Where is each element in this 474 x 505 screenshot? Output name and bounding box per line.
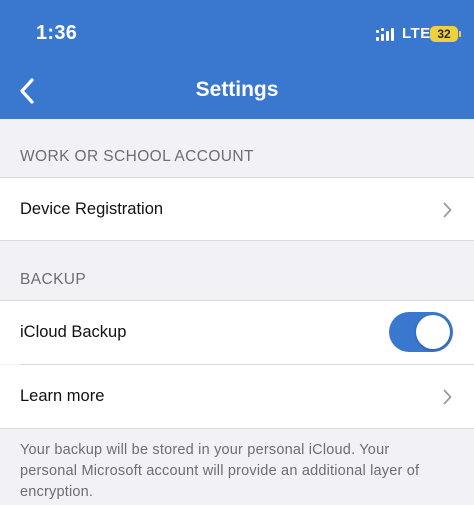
icloud-backup-toggle[interactable] [389, 312, 453, 352]
battery-icon: 32 [430, 26, 458, 42]
icloud-backup-label: iCloud Backup [20, 323, 127, 341]
learn-more-label: Learn more [20, 387, 105, 405]
chevron-right-icon [443, 202, 452, 218]
device-registration-row[interactable]: Device Registration [0, 177, 474, 241]
network-label: LTE [402, 25, 431, 42]
section-header-backup: BACKUP [20, 271, 87, 288]
chevron-right-icon [443, 389, 452, 405]
battery-level: 32 [437, 27, 451, 41]
icloud-backup-row: iCloud Backup [0, 300, 474, 364]
app-header: 1:36 LTE 32 Settings [0, 0, 474, 119]
toggle-knob [416, 315, 450, 349]
signal-bars-icon [376, 28, 394, 41]
page-title: Settings [195, 78, 279, 101]
section-header-work-account: WORK OR SCHOOL ACCOUNT [20, 148, 254, 165]
battery-cap [459, 31, 461, 37]
backup-footer-note: Your backup will be stored in your perso… [20, 442, 420, 500]
status-bar: 1:36 LTE 32 [0, 0, 474, 60]
device-registration-label: Device Registration [20, 199, 164, 218]
status-time: 1:36 [36, 22, 78, 44]
learn-more-row[interactable]: Learn more [0, 365, 474, 429]
